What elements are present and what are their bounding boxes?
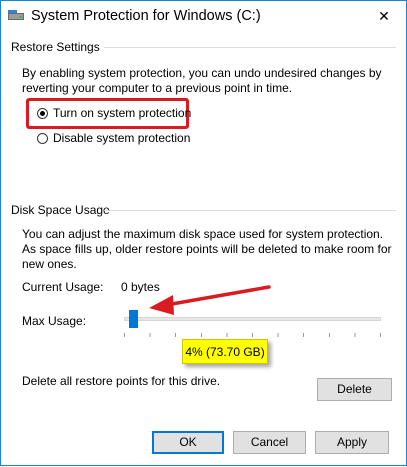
current-usage-value: 0 bytes xyxy=(121,280,160,294)
close-icon[interactable]: ✕ xyxy=(362,1,406,31)
delete-button[interactable]: Delete xyxy=(317,378,392,401)
restore-settings-title: Restore Settings xyxy=(11,40,100,54)
ok-button[interactable]: OK xyxy=(152,431,224,454)
restore-settings-divider xyxy=(104,47,396,48)
radio-button-selected[interactable] xyxy=(37,107,48,119)
disk-space-description: You can adjust the maximum disk space us… xyxy=(22,227,392,271)
title-bar[interactable]: System Protection for Windows (C:) ✕ xyxy=(1,1,406,31)
max-usage-slider-ticks xyxy=(124,333,381,337)
max-usage-tooltip: 4% (73.70 GB) xyxy=(182,339,268,364)
radio-button-unselected[interactable] xyxy=(37,132,48,144)
delete-restore-points-text: Delete all restore points for this drive… xyxy=(22,374,221,388)
radio-label-disable: Disable system protection xyxy=(53,131,191,145)
radio-turn-on-protection[interactable]: Turn on system protection xyxy=(37,105,191,121)
radio-label-turn-on: Turn on system protection xyxy=(53,106,192,120)
disk-space-divider xyxy=(104,210,396,211)
current-usage-label: Current Usage: xyxy=(22,280,104,294)
radio-disable-protection[interactable]: Disable system protection xyxy=(37,130,190,146)
max-usage-slider-thumb[interactable] xyxy=(129,310,138,328)
window-title: System Protection for Windows (C:) xyxy=(31,8,261,24)
max-usage-label: Max Usage: xyxy=(22,314,87,328)
system-protection-icon xyxy=(8,10,24,22)
max-usage-slider-track[interactable] xyxy=(124,317,381,321)
disk-space-usage-title: Disk Space Usage xyxy=(11,203,110,217)
restore-settings-description: By enabling system protection, you can u… xyxy=(22,66,382,95)
system-protection-dialog: System Protection for Windows (C:) ✕ Res… xyxy=(0,0,407,466)
cancel-button[interactable]: Cancel xyxy=(233,431,306,454)
apply-button[interactable]: Apply xyxy=(315,431,389,454)
